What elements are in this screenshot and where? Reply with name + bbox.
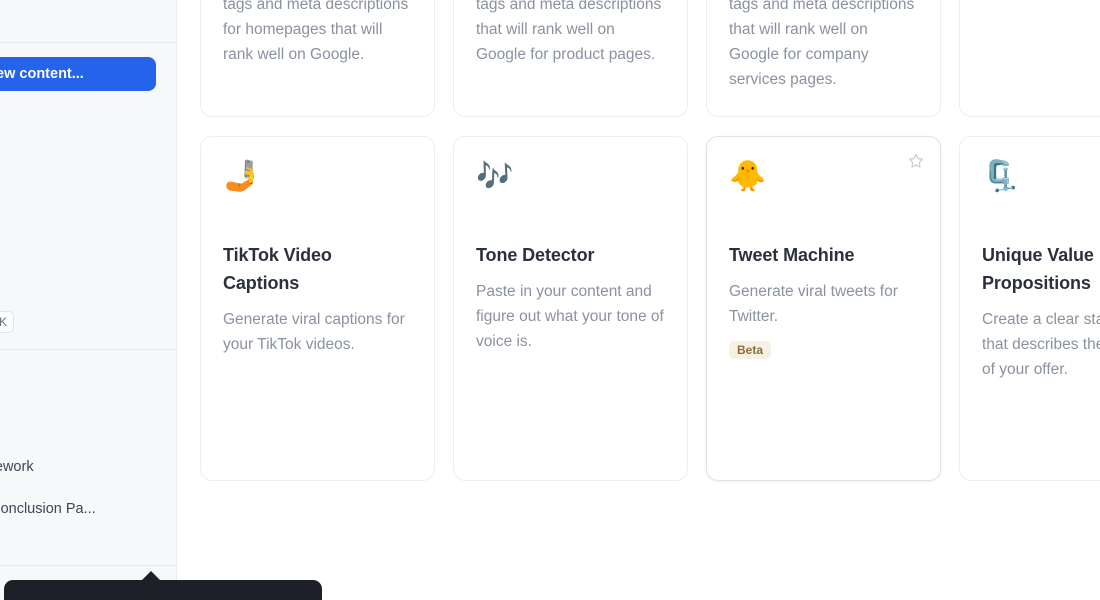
template-card[interactable]: 🧙Text SummarizerGet the key points from … [959,0,1100,117]
template-card[interactable]: 🗜️ Unique Value Propositions Create a clea… [959,136,1100,481]
recent-item-label: AIDA Framework [0,459,34,475]
sidebar: Create new content... Dashboard Template… [0,0,177,600]
musical-notes-emoji: 🎶 [476,159,514,194]
recent-item-blog-post-conclusion[interactable]: Blog Post Conclusion Pa... [0,488,156,530]
card-description: Write SEO optimized title tags and meta … [729,0,915,88]
tooltip-arrow-icon [142,571,160,580]
selfie-emoji: 🤳 [223,159,261,194]
sidebar-header [0,0,176,43]
template-card[interactable]: 🤳 TikTok Video Captions Generate viral cap… [200,136,435,481]
template-gallery-grid: 🔍SEO - Homepage - Title and Meta Descrip… [200,0,1100,481]
sidebar-item-dashboard[interactable]: Dashboard [0,103,156,141]
card-description: Paste in your content and figure out wha… [476,283,664,350]
card-description: Generate viral captions for your TikTok … [223,311,405,353]
template-card[interactable]: 🎶 Tone Detector Paste in your content and … [453,136,688,481]
status-badge: Beta [729,341,772,359]
card-description: Write SEO optimized title tags and meta … [223,0,409,63]
sidebar-recent-list: AIDA Framework Blog Post Conclusion Pa..… [0,446,156,552]
recent-item-aida-framework[interactable]: AIDA Framework [0,446,156,488]
create-new-content-button[interactable]: Create new content... [0,57,156,91]
recent-item-label: Blog Post Conclusion Pa... [0,501,96,517]
baby-chick-emoji: 🐥 [729,159,767,194]
template-card[interactable]: 🐥 Tweet Machine Generate viral tweets for … [706,136,941,481]
sidebar-body: Create new content... Dashboard Template… [0,43,176,565]
card-description: Generate viral tweets for Twitter. [729,283,898,325]
card-description: Write SEO optimized title tags and meta … [476,0,662,63]
sidebar-divider [0,349,176,350]
template-card[interactable]: 🔍SEO - Homepage - Title and Meta Descrip… [200,0,435,117]
template-card[interactable]: 🔍SEO - Product Page - Title and Meta Des… [453,0,688,117]
bottom-tooltip-popover [4,580,322,600]
card-title: Tweet Machine [729,245,855,265]
card-title: Tone Detector [476,245,595,265]
sidebar-nav: Dashboard Templates My Content Recent Ar… [0,103,156,293]
favorite-star-icon[interactable] [907,152,925,170]
recent-item-docs[interactable]: Docs [0,530,156,552]
template-card[interactable]: 🔍SEO - Services Pages - Title and Meta D… [706,0,941,117]
clamp-emoji: 🗜️ [982,159,1020,194]
sidebar-item-recent[interactable]: Recent [0,217,156,255]
card-description: Create a clear statement that describes … [982,311,1100,378]
card-title: Unique Value Propositions [982,245,1094,293]
app-root: Create new content... Dashboard Template… [0,0,1100,600]
card-title: TikTok Video Captions [223,245,332,293]
search-shortcut-badge: ⌘K [0,311,14,333]
sidebar-item-my-content[interactable]: My Content [0,179,156,217]
sidebar-search-button[interactable]: Search ⌘K [0,303,156,341]
sidebar-item-archive[interactable]: Archive [0,255,156,293]
sidebar-item-templates[interactable]: Templates [0,141,156,179]
